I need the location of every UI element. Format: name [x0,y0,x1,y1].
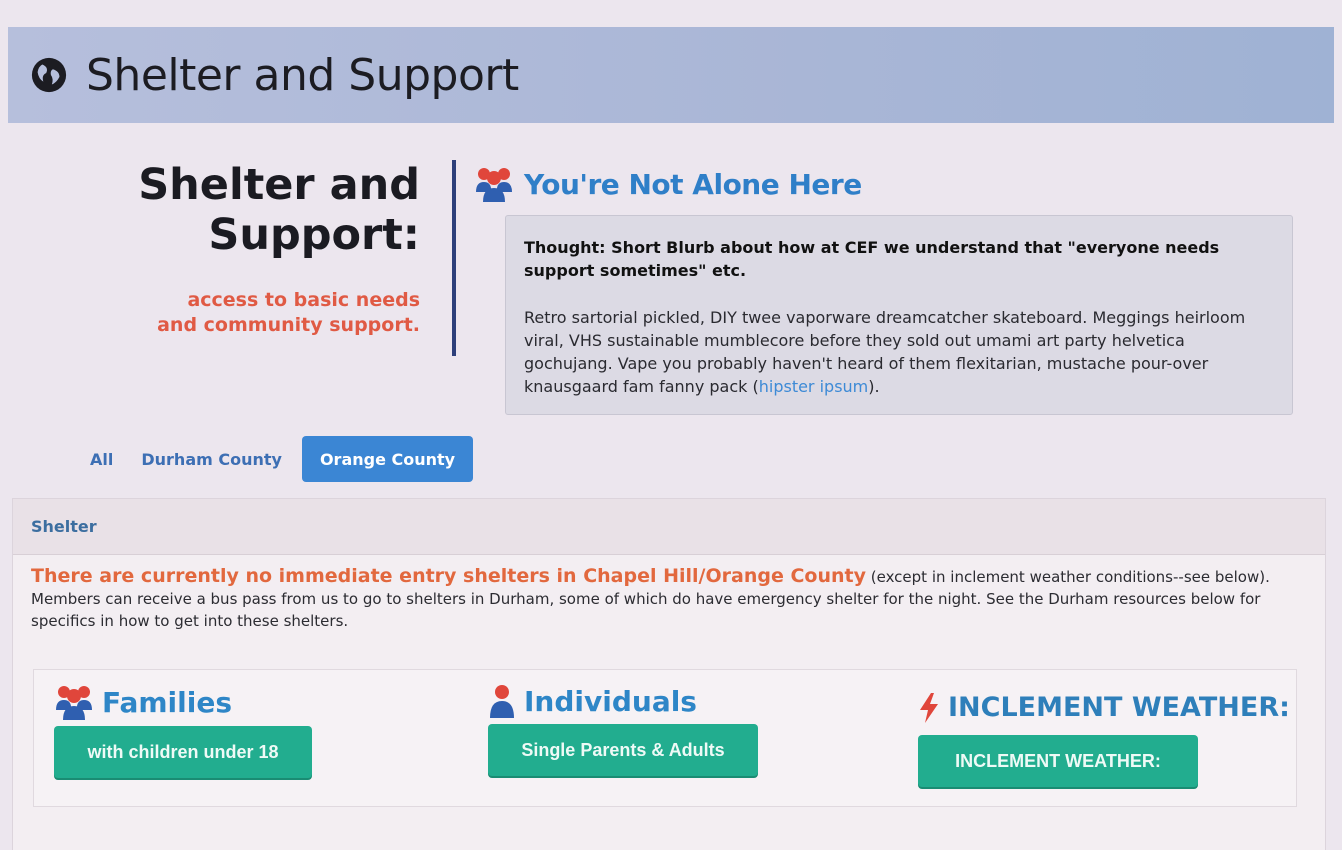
blurb-thought: Thought: Short Blurb about how at CEF we… [524,238,1220,280]
tab-durham-county[interactable]: Durham County [127,436,296,482]
hipster-ipsum-link[interactable]: hipster ipsum [759,377,869,396]
intro-heading-line2: Support: [208,210,420,260]
page-title: Shelter and Support [86,49,519,101]
county-tabs: All Durham County Orange County [76,436,474,482]
support-heading: You're Not Alone Here [524,167,862,201]
intro-heading-block: Shelter and Support: access to basic nee… [100,160,420,338]
intro-subtitle: access to basic needs and community supp… [100,288,420,338]
globe-icon [31,57,67,93]
group-icon [476,168,512,202]
families-heading: Families [102,685,233,719]
shelter-cards: Families with children under 18 Individu… [33,669,1297,807]
card-individuals: Individuals Single Parents & Adults [488,684,758,776]
individuals-button[interactable]: Single Parents & Adults [488,724,758,776]
tab-orange-county[interactable]: Orange County [301,436,474,482]
shelter-notice: There are currently no immediate entry s… [31,565,1316,632]
weather-button[interactable]: INCLEMENT WEATHER: [918,735,1198,787]
weather-heading: INCLEMENT WEATHER: [948,692,1290,723]
intro-subtitle-line2: and community support. [157,314,420,336]
individuals-heading: Individuals [524,684,697,718]
intro-heading-line1: Shelter and [138,160,420,210]
group-icon [56,686,92,720]
families-button[interactable]: with children under 18 [54,726,312,778]
panel-title: Shelter [31,517,97,536]
blurb-box: Thought: Short Blurb about how at CEF we… [505,215,1293,415]
shelter-alert: There are currently no immediate entry s… [31,565,866,587]
intro-heading: Shelter and Support: [100,160,420,260]
card-inclement-weather: INCLEMENT WEATHER: INCLEMENT WEATHER: [918,692,1290,787]
families-title: Families [54,684,312,720]
page-header: Shelter and Support [8,27,1334,123]
panel-header: Shelter [13,499,1325,555]
vertical-divider [452,160,456,356]
user-icon [490,685,514,718]
blurb-body: Retro sartorial pickled, DIY twee vaporw… [524,306,1274,398]
individuals-title: Individuals [488,684,758,718]
weather-title: INCLEMENT WEATHER: [918,692,1290,723]
lightning-icon [920,692,938,723]
tab-all[interactable]: All [76,436,127,482]
blurb-body-end: ). [868,377,880,396]
card-families: Families with children under 18 [54,684,312,778]
shelter-panel: Shelter There are currently no immediate… [12,498,1326,850]
intro-subtitle-line1: access to basic needs [187,289,420,311]
support-title: You're Not Alone Here [474,166,862,202]
blurb-body-text: Retro sartorial pickled, DIY twee vaporw… [524,308,1246,396]
